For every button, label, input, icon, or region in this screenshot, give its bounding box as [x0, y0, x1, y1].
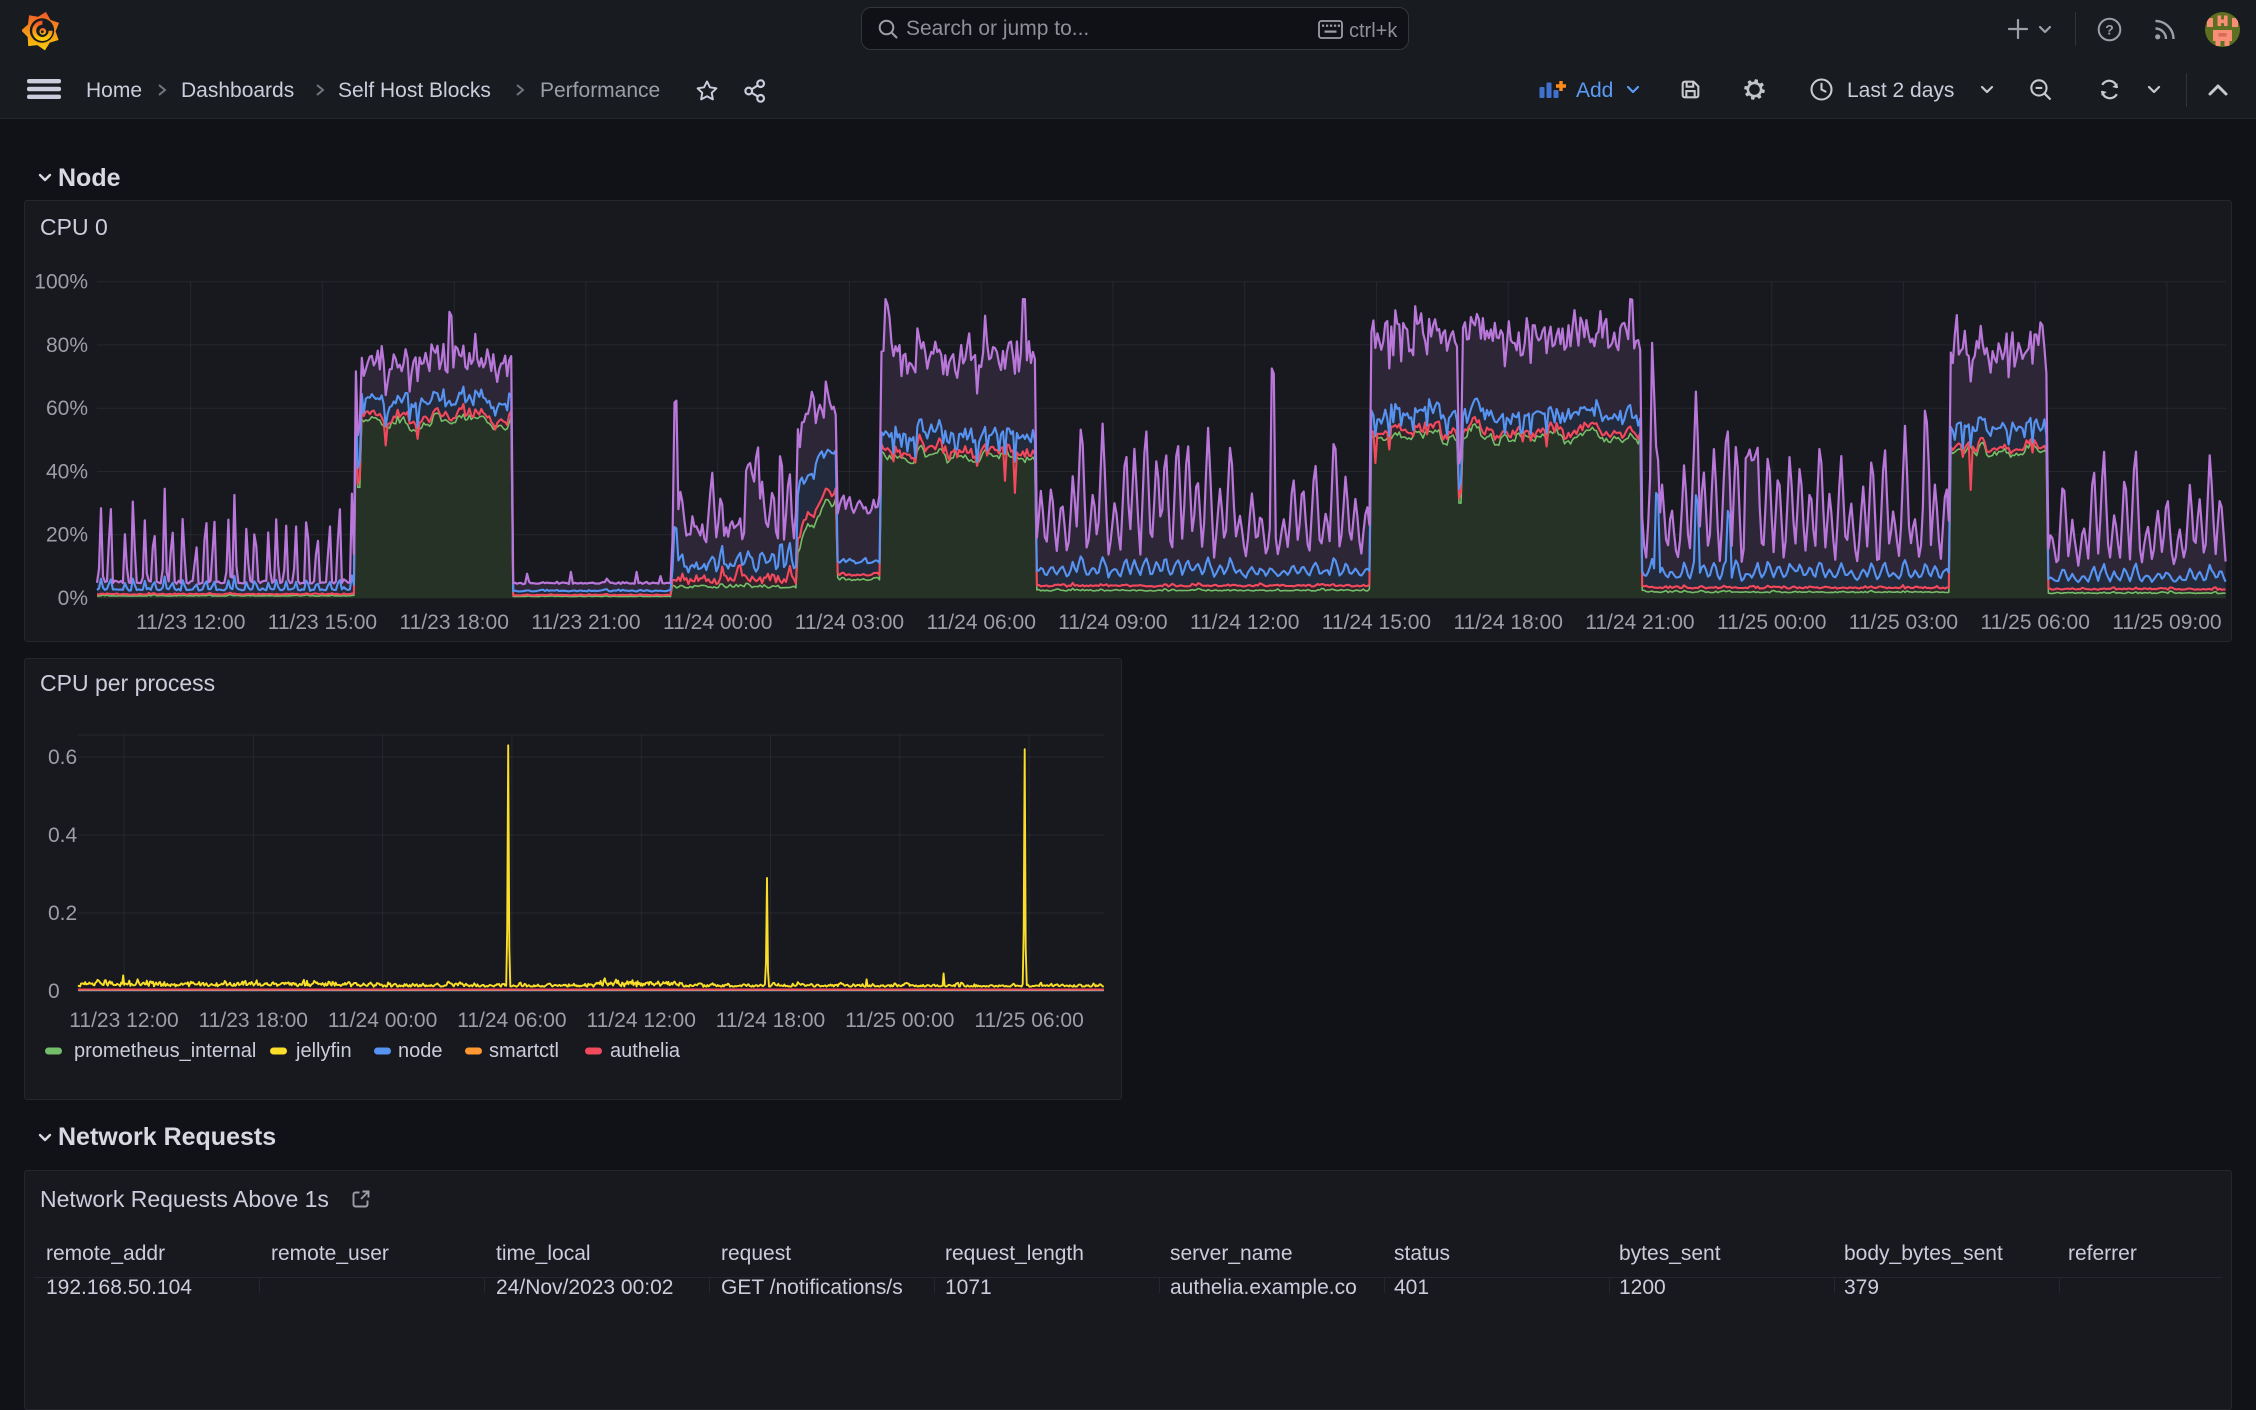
svg-text:11/24 18:00: 11/24 18:00 — [716, 1009, 825, 1032]
svg-text:11/24 06:00: 11/24 06:00 — [457, 1009, 566, 1032]
svg-text:11/23 12:00: 11/23 12:00 — [136, 611, 245, 634]
svg-text:40%: 40% — [46, 461, 88, 484]
svg-text:11/23 21:00: 11/23 21:00 — [531, 611, 640, 634]
svg-text:node: node — [398, 1040, 443, 1062]
svg-text:jellyfin: jellyfin — [295, 1040, 352, 1062]
svg-text:100%: 100% — [34, 271, 88, 294]
svg-text:authelia: authelia — [610, 1040, 681, 1062]
svg-text:11/24 00:00: 11/24 00:00 — [328, 1009, 437, 1032]
svg-text:60%: 60% — [46, 397, 88, 420]
svg-text:prometheus_internal: prometheus_internal — [74, 1040, 256, 1062]
svg-text:11/24 06:00: 11/24 06:00 — [927, 611, 1036, 634]
svg-text:11/25 06:00: 11/25 06:00 — [1981, 611, 2090, 634]
svg-text:11/23 18:00: 11/23 18:00 — [199, 1009, 308, 1032]
svg-text:11/24 12:00: 11/24 12:00 — [1190, 611, 1299, 634]
svg-text:11/25 09:00: 11/25 09:00 — [2112, 611, 2221, 634]
svg-text:11/24 18:00: 11/24 18:00 — [1454, 611, 1563, 634]
svg-text:11/24 09:00: 11/24 09:00 — [1058, 611, 1167, 634]
svg-text:0%: 0% — [58, 587, 88, 610]
svg-text:smartctl: smartctl — [489, 1040, 559, 1062]
svg-text:11/24 15:00: 11/24 15:00 — [1322, 611, 1431, 634]
svg-text:11/25 00:00: 11/25 00:00 — [845, 1009, 954, 1032]
svg-text:0.4: 0.4 — [48, 824, 78, 847]
svg-text:11/23 18:00: 11/23 18:00 — [400, 611, 509, 634]
svg-text:11/25 03:00: 11/25 03:00 — [1849, 611, 1958, 634]
svg-text:11/24 00:00: 11/24 00:00 — [663, 611, 772, 634]
svg-text:11/25 00:00: 11/25 00:00 — [1717, 611, 1826, 634]
svg-text:11/25 06:00: 11/25 06:00 — [974, 1009, 1083, 1032]
svg-text:0: 0 — [48, 980, 60, 1003]
svg-text:?: ? — [2105, 22, 2114, 38]
svg-text:11/24 12:00: 11/24 12:00 — [587, 1009, 696, 1032]
svg-text:80%: 80% — [46, 334, 88, 357]
svg-text:20%: 20% — [46, 524, 88, 547]
svg-text:11/23 12:00: 11/23 12:00 — [69, 1009, 178, 1032]
svg-text:0.2: 0.2 — [48, 902, 77, 925]
svg-text:0.6: 0.6 — [48, 746, 77, 769]
svg-text:11/24 03:00: 11/24 03:00 — [795, 611, 904, 634]
svg-text:11/24 21:00: 11/24 21:00 — [1585, 611, 1694, 634]
svg-text:11/23 15:00: 11/23 15:00 — [268, 611, 377, 634]
